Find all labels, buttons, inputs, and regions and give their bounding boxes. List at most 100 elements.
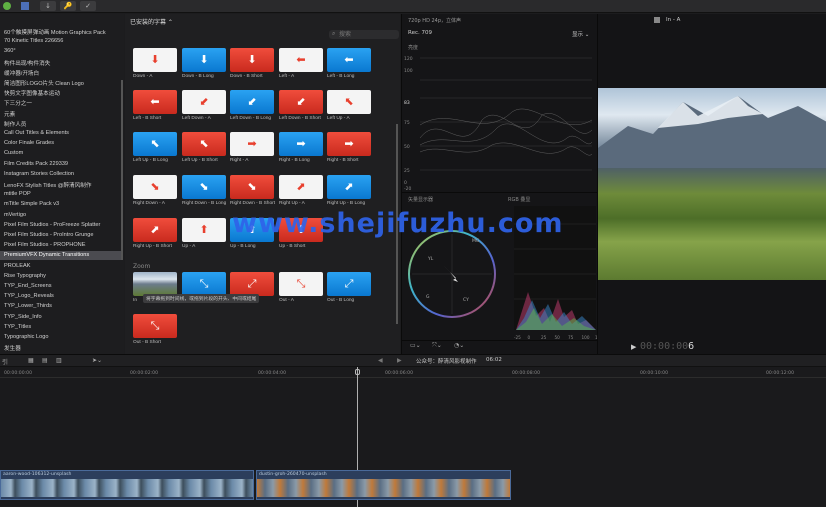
sidebar-item[interactable]: TYP_Lower_Thirds bbox=[4, 303, 52, 309]
sidebar-item[interactable]: TYP_Logo_Reveals bbox=[4, 293, 54, 299]
sidebar-item[interactable]: Color Finale Grades bbox=[4, 140, 54, 146]
thumbnail-label: Up - B Long bbox=[230, 244, 256, 249]
connect-icon[interactable]: ▤ bbox=[42, 357, 48, 364]
arrow-icon: ⬋ bbox=[199, 95, 209, 108]
keyword-icon[interactable]: 🔑 bbox=[60, 1, 76, 11]
thumbnail-image[interactable]: ⬅ bbox=[279, 48, 323, 72]
playhead-handle[interactable] bbox=[355, 369, 360, 375]
sidebar-item[interactable]: Pixel Film Studios - PROPHONE bbox=[4, 242, 85, 248]
thumbnail-image[interactable]: ⬋ bbox=[182, 90, 226, 114]
thumbnail-image[interactable]: ⬋ bbox=[279, 90, 323, 114]
viewer-grid-icon[interactable] bbox=[654, 17, 660, 23]
sidebar-item[interactable]: TYP_Titles bbox=[4, 324, 31, 330]
select-tool-icon[interactable]: ➤⌄ bbox=[92, 357, 102, 364]
sidebar-item[interactable]: 60个触摸屏弹动画 Motion Graphics Pack bbox=[4, 28, 106, 36]
timeline-duration: 06:02 bbox=[486, 357, 502, 363]
sidebar-scrollbar[interactable] bbox=[121, 80, 123, 260]
sidebar-item[interactable]: Rise Typography bbox=[4, 273, 46, 279]
thumbnail-image[interactable]: ⬇ bbox=[182, 48, 226, 72]
clip-appearance-icon[interactable]: ▦ bbox=[28, 357, 34, 364]
thumbnail-image[interactable]: ⤢ bbox=[327, 272, 371, 296]
thumbnail-label: Right Down - B Short bbox=[230, 201, 276, 206]
arrow-left-icon[interactable]: ◀ bbox=[378, 357, 383, 364]
thumbnail-image[interactable]: ⬊ bbox=[133, 175, 177, 199]
thumbnail-image[interactable]: ⬊ bbox=[182, 175, 226, 199]
sidebar-item[interactable]: Instagram Stories Collection bbox=[4, 171, 74, 177]
clip-2[interactable]: dustin-groh-260470-unsplash bbox=[256, 470, 511, 500]
sidebar-item[interactable]: mTitle Simple Pack v3 bbox=[4, 201, 59, 207]
thumbnail-label: Down - A bbox=[133, 74, 153, 79]
checkmark-icon[interactable]: ✓ bbox=[80, 1, 96, 11]
sidebar-item[interactable]: 360° bbox=[4, 48, 16, 54]
sidebar-item[interactable]: Film Credits Pack 229339 bbox=[4, 161, 68, 167]
view-options-icon[interactable]: ▭⌄ bbox=[410, 342, 421, 349]
sidebar-item[interactable]: Pixel Film Studios - ProIntro Grunge bbox=[4, 232, 94, 238]
thumbnail-image[interactable]: ⬈ bbox=[133, 218, 177, 242]
speed-icon[interactable]: ◔⌄ bbox=[454, 342, 464, 349]
sidebar-item[interactable]: PROLEAK bbox=[4, 263, 30, 269]
timecode: 00:00:00 bbox=[640, 341, 689, 352]
clip-1-label: aaron-wood-106312-unsplash bbox=[3, 472, 72, 477]
sidebar-item[interactable]: 元素 bbox=[4, 110, 15, 118]
sidebar-item[interactable]: 快剪文字图像基本运动 bbox=[4, 89, 60, 97]
display-button[interactable]: 显示 ⌄ bbox=[572, 30, 589, 38]
sidebar-item[interactable]: 制作人员 bbox=[4, 120, 26, 128]
thumbnail-image[interactable]: ⬆ bbox=[182, 218, 226, 242]
browser-header[interactable]: 已安装的字幕 ⌃ bbox=[130, 17, 173, 26]
index-icon[interactable]: 引 bbox=[2, 357, 8, 366]
thumbnail-image[interactable]: ⬇ bbox=[230, 48, 274, 72]
thumbnail-image[interactable]: ⤢ bbox=[230, 272, 274, 296]
sidebar-item[interactable]: Call Out Titles & Elements bbox=[4, 130, 69, 136]
thumbnail-image[interactable]: ⬉ bbox=[182, 132, 226, 156]
arrow-icon: ⤢ bbox=[247, 277, 257, 290]
thumbnail-image[interactable]: ⬅ bbox=[327, 48, 371, 72]
thumbnail-label: Right - B Short bbox=[327, 158, 359, 163]
sidebar-item[interactable]: 缓冲器/开场白 bbox=[4, 69, 39, 77]
thumbnail-image[interactable]: ⤡ bbox=[182, 272, 226, 296]
clip-1-filmstrip bbox=[1, 479, 253, 497]
import-icon[interactable]: ↓ bbox=[40, 1, 56, 11]
sidebar-item[interactable]: Custom bbox=[4, 150, 23, 156]
thumbnail-image[interactable]: ➡ bbox=[230, 132, 274, 156]
ruler-label: 00:00:10:00 bbox=[640, 371, 669, 376]
sidebar-item[interactable]: 下三分之一 bbox=[4, 99, 32, 107]
sidebar-item[interactable]: mVertigo bbox=[4, 212, 26, 218]
thumbnail-image[interactable]: ⬈ bbox=[327, 175, 371, 199]
luma-tick-label: 25 bbox=[404, 168, 410, 174]
sidebar-item[interactable]: Typographic Logo bbox=[4, 334, 48, 340]
sidebar-item[interactable]: PremiumVFX Dynamic Transitions bbox=[4, 252, 89, 258]
play-icon[interactable]: ▶ bbox=[631, 343, 636, 351]
thumbnail-image[interactable]: ⬅ bbox=[133, 90, 177, 114]
thumbnail-image[interactable]: ⬉ bbox=[133, 132, 177, 156]
clip-1[interactable]: aaron-wood-106312-unsplash bbox=[0, 470, 254, 500]
sidebar-item[interactable]: TYP_End_Screens bbox=[4, 283, 52, 289]
thumbnail-image[interactable]: ⬉ bbox=[327, 90, 371, 114]
titles-browser: 已安装的字幕 ⌃ 搜索 ⌕ Zoom ⬇ Down - A ⬇ Down - B Lo… bbox=[125, 14, 400, 354]
thumbnail-image[interactable]: ⤡ bbox=[133, 314, 177, 338]
thumbnail-image[interactable]: ⬇ bbox=[133, 48, 177, 72]
thumbnail-image[interactable]: ➡ bbox=[279, 132, 323, 156]
sidebar-item[interactable]: 构件出现/构件消失 bbox=[4, 59, 50, 67]
sidebar-item[interactable]: 简洁图形LOGO片头 Clean Logo bbox=[4, 79, 84, 87]
thumbnail-image[interactable]: ⬊ bbox=[230, 175, 274, 199]
sidebar-item[interactable]: 发生器 bbox=[4, 344, 21, 352]
arrow-right-icon[interactable]: ▶ bbox=[397, 357, 402, 364]
insert-icon[interactable]: ▥ bbox=[56, 357, 62, 364]
arrow-icon: ⬋ bbox=[247, 95, 257, 108]
sidebar-item[interactable]: mtitle POP bbox=[4, 191, 31, 197]
sidebar-item[interactable]: Pixel Film Studios - ProFreeze Splatter bbox=[4, 222, 100, 228]
sidebar-item[interactable]: TYP_Side_Info bbox=[4, 314, 42, 320]
sidebar-item[interactable]: LenoFX Stylish Titles @醉清风制作 bbox=[4, 181, 91, 189]
luma-tick-label: 0 bbox=[404, 180, 407, 186]
thumbnail-image[interactable]: ⤡ bbox=[279, 272, 323, 296]
scope-divider bbox=[402, 192, 598, 193]
search-input[interactable]: 搜索 bbox=[329, 30, 399, 39]
arrow-icon: ⤡ bbox=[150, 319, 160, 332]
thumbnail-image[interactable]: ⬈ bbox=[279, 175, 323, 199]
thumbnail-image[interactable]: ⬋ bbox=[230, 90, 274, 114]
transform-icon[interactable]: ⤧⌄ bbox=[432, 342, 442, 350]
library-icon[interactable] bbox=[21, 2, 29, 10]
thumbnail-image[interactable]: ➡ bbox=[327, 132, 371, 156]
thumbnail-image[interactable] bbox=[133, 272, 177, 296]
sidebar-item[interactable]: 70 Kinetic Titles 226656 bbox=[4, 38, 63, 44]
